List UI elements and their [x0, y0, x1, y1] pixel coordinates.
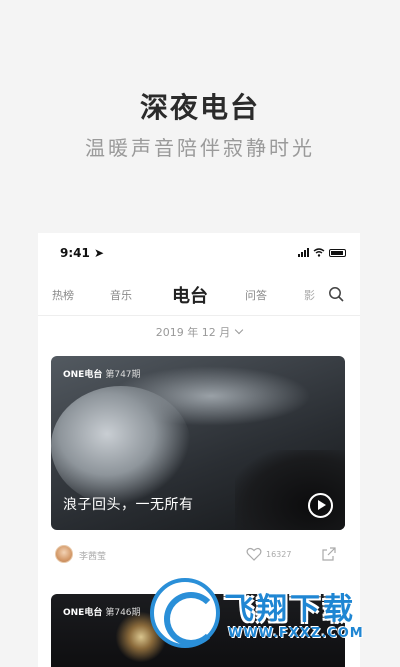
promo-subtitle: 温暖声音陪伴寂静时光: [85, 136, 315, 160]
status-icons: [298, 248, 346, 257]
author-name[interactable]: 李茜莹: [79, 549, 106, 562]
card-issue: 第746期: [105, 608, 141, 618]
search-icon[interactable]: [328, 286, 344, 302]
status-bar: 9:41 ➤: [38, 243, 360, 263]
watermark-logo-icon: [150, 578, 220, 648]
card-title: 浪子回头，一无所有: [63, 497, 194, 513]
month-picker[interactable]: 2019 年 12 月: [38, 324, 360, 340]
card-brand: ONE电台 第747期: [63, 370, 141, 380]
promo-title: 深夜电台: [139, 91, 260, 124]
card-meta-row: 李茜莹 16327: [51, 544, 345, 566]
wifi-icon: [313, 248, 325, 257]
watermark: 飞翔下载 WWW.FXXZ.COM: [150, 578, 390, 650]
watermark-title: 飞翔下载: [224, 592, 356, 627]
status-time: 9:41 ➤: [60, 246, 105, 260]
heart-icon[interactable]: [246, 547, 262, 561]
card-issue: 第747期: [105, 370, 141, 380]
battery-icon: [329, 248, 346, 257]
tab-radio[interactable]: 电台: [172, 282, 208, 308]
watermark-url: WWW.FXXZ.COM: [228, 626, 364, 641]
tab-qa[interactable]: 问答: [245, 287, 267, 303]
signal-icon: [298, 248, 309, 257]
card-image-foam: [51, 386, 191, 506]
share-icon[interactable]: [321, 546, 337, 562]
tab-bar: 热榜 音乐 电台 问答 影: [38, 281, 360, 308]
avatar[interactable]: [55, 545, 73, 563]
chevron-down-icon: [234, 325, 244, 335]
tab-movie[interactable]: 影: [304, 287, 315, 303]
play-button[interactable]: [308, 493, 333, 518]
tab-music[interactable]: 音乐: [110, 287, 132, 303]
card-brand: ONE电台 第746期: [63, 608, 141, 618]
card-image-rocks: [235, 450, 345, 530]
tab-hot[interactable]: 热榜: [52, 287, 74, 303]
month-label: 2019 年 12 月: [155, 326, 231, 339]
divider: [38, 315, 360, 316]
like-count: 16327: [266, 550, 292, 559]
radio-card[interactable]: ONE电台 第747期 浪子回头，一无所有: [51, 356, 345, 530]
